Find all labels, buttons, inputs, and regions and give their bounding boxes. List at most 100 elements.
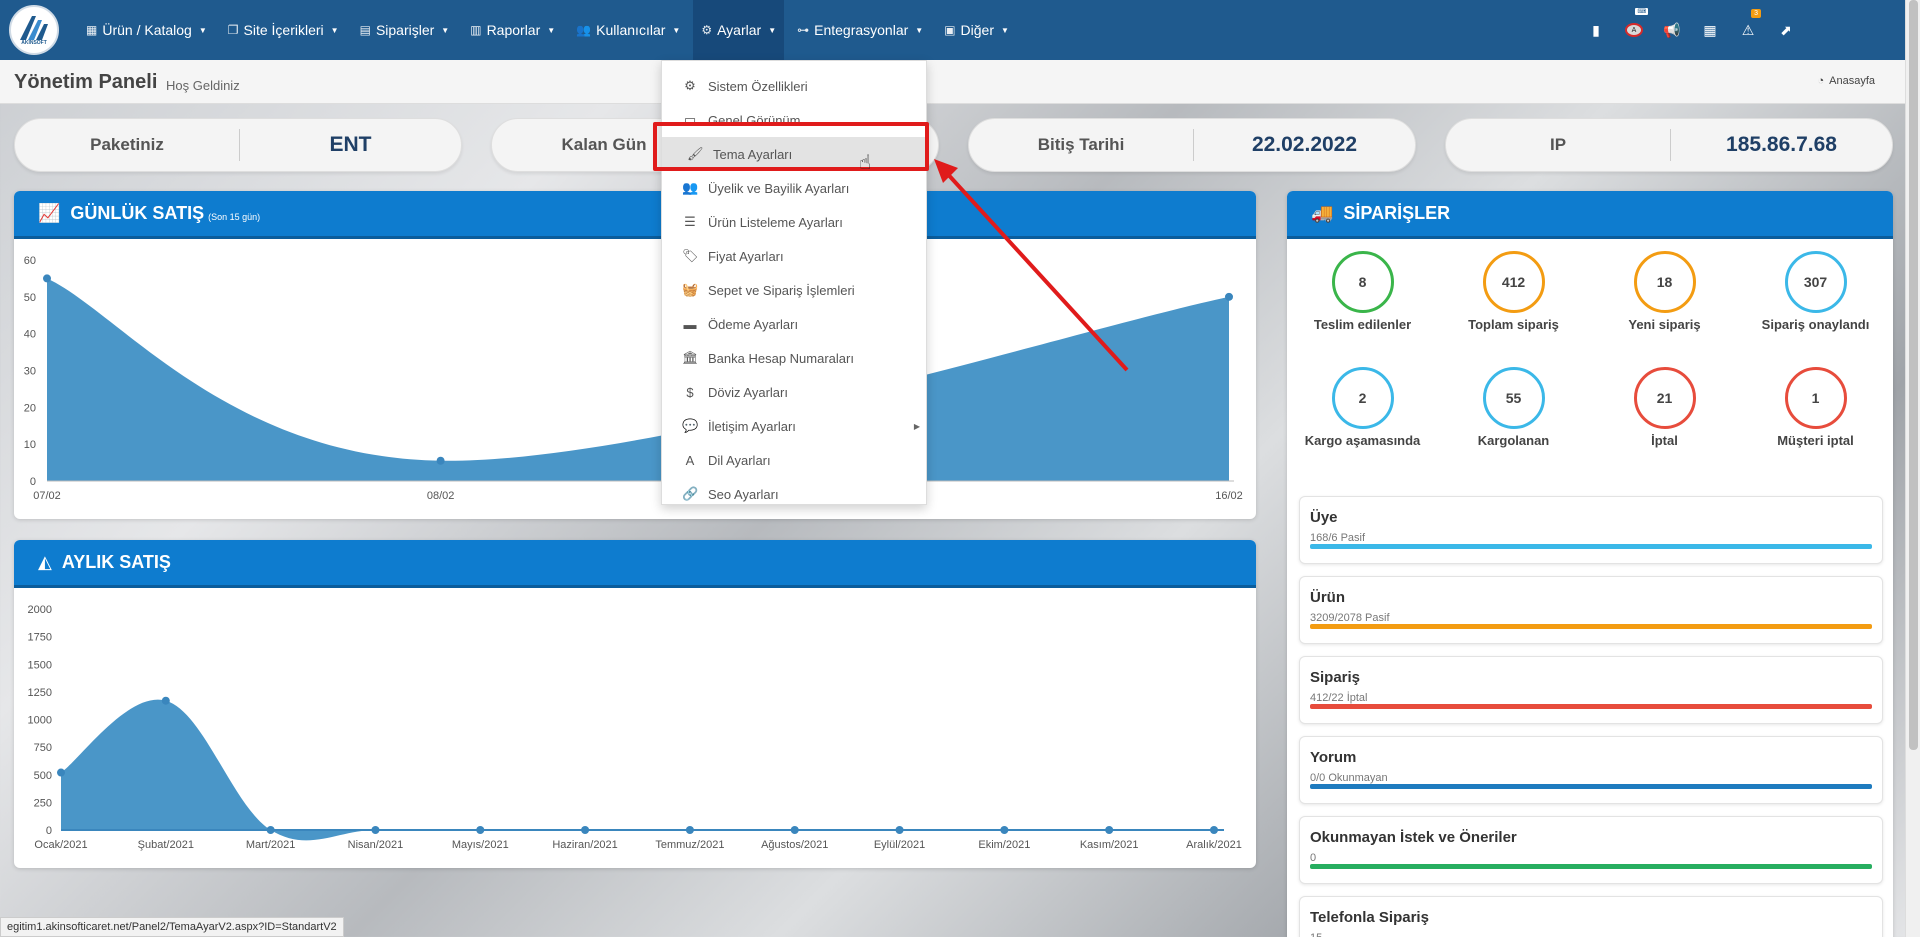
nav-item-settings[interactable]: ⚙ Ayarlar ▼ (693, 0, 785, 60)
reports-icon: ▥ (470, 23, 482, 37)
y-tick-label: 0 (30, 476, 36, 488)
nav-item-integrations[interactable]: ⊶ Entegrasyonlar ▼ (795, 0, 925, 60)
y-tick-label: 20 (24, 402, 36, 414)
summary-card[interactable]: Üye 168/6 Pasif (1299, 496, 1883, 564)
menu-item-link[interactable]: 🔗 Seo Ayarları (662, 477, 926, 511)
users-icon: 👥 (682, 180, 699, 195)
menu-item-gears[interactable]: ⚙ Sistem Özellikleri (662, 69, 926, 103)
order-status-item[interactable]: 8 Teslim edilenler (1287, 251, 1438, 332)
order-status-label: İptal (1651, 433, 1678, 448)
paintbrush-icon: 🖌 (687, 146, 704, 161)
x-tick-label: Temmuz/2021 (655, 839, 724, 851)
daily-sales-title: GÜNLÜK SATIŞ (70, 203, 205, 223)
order-status-label: Yeni sipariş (1628, 317, 1701, 332)
nav-item-orders[interactable]: ▤ Siparişler ▼ (358, 0, 452, 60)
catalog-icon: ▦ (86, 23, 98, 37)
summary-card-subtitle: 168/6 Pasif (1310, 532, 1366, 544)
page-scrollbar[interactable] (1905, 0, 1920, 937)
order-status-item[interactable]: 18 Yeni sipariş (1589, 251, 1740, 332)
summary-card[interactable]: Sipariş 412/22 İptal (1299, 656, 1883, 724)
orders-icon: ▤ (359, 23, 371, 37)
summary-card-subtitle: 0/0 Okunmayan (1310, 772, 1388, 784)
page-subtitle: Hoş Geldiniz (166, 78, 240, 93)
list-icon: ☰ (684, 214, 696, 229)
x-tick-label: 07/02 (33, 490, 61, 502)
book-icon[interactable]: ▮ (1587, 21, 1605, 39)
menu-item-label: Ödeme Ayarları (708, 316, 799, 332)
data-point (790, 826, 799, 834)
megaphone-icon[interactable]: 📢 (1663, 21, 1681, 39)
order-status-item[interactable]: 307 Sipariş onaylandı (1740, 251, 1891, 332)
warning-icon[interactable]: ⚠ 3 (1739, 9, 1761, 39)
data-point (43, 274, 51, 283)
dollar-icon: $ (686, 384, 694, 400)
y-tick-label: 250 (34, 797, 52, 809)
pill-value: 22.02.2022 (1251, 133, 1358, 156)
nav-item-users[interactable]: 👥 Kullanıcılar ▼ (574, 0, 682, 60)
summary-card-title: Üye (1310, 509, 1338, 526)
brand-logo[interactable]: AKINSOFT (9, 5, 59, 55)
settings-dropdown-menu: ⚙ Sistem Özellikleri ▭ Genel Görünüm 🖌 Tema A… (661, 60, 927, 505)
summary-card-bar (1310, 864, 1872, 869)
language-flag-icon[interactable]: A ⌨ (1625, 7, 1649, 39)
nav-item-reports[interactable]: ▥ Raporlar ▼ (468, 0, 557, 60)
order-status-item[interactable]: 55 Kargolanan (1438, 367, 1589, 448)
summary-card[interactable]: Ürün 3209/2078 Pasif (1299, 576, 1883, 644)
summary-card-bar (1310, 544, 1872, 549)
menu-item-dollar[interactable]: $ Döviz Ayarları (662, 375, 926, 409)
menu-item-users[interactable]: 👥 Üyelik ve Bayilik Ayarları (662, 171, 926, 205)
menu-item-label: Sistem Özellikleri (708, 78, 808, 94)
menu-item-label: Tema Ayarları (713, 146, 793, 162)
external-link-icon[interactable]: ⬈ (1777, 21, 1795, 39)
order-status-label: Toplam sipariş (1468, 317, 1559, 332)
data-point (161, 696, 170, 705)
caret-down-icon: ▼ (1001, 25, 1009, 35)
menu-item-comments[interactable]: 💬 İletişim Ayarları ▶ (662, 409, 926, 443)
x-tick-label: Mart/2021 (246, 839, 296, 851)
y-tick-label: 50 (24, 292, 36, 304)
menu-item-language[interactable]: A Dil Ayarları (662, 443, 926, 477)
order-status-item[interactable]: 412 Toplam sipariş (1438, 251, 1589, 332)
x-tick-label: Şubat/2021 (138, 839, 194, 851)
menu-item-bank[interactable]: 🏛 Banka Hesap Numaraları (662, 341, 926, 375)
data-point (1210, 826, 1218, 834)
menu-item-label: Genel Görünüm (708, 112, 801, 128)
data-point (1000, 826, 1009, 834)
menu-item-paintbrush[interactable]: 🖌 Tema Ayarları (662, 137, 926, 171)
menu-item-credit-card[interactable]: ▬ Ödeme Ayarları (662, 307, 926, 341)
daily-sales-header: 📈 GÜNLÜK SATIŞ (Son 15 gün) (14, 191, 1256, 239)
menu-item-tags[interactable]: 🏷 Fiyat Ayarları (662, 239, 926, 273)
monthly-sales-title: AYLIK SATIŞ (61, 552, 171, 572)
nav-item-label: Diğer (960, 22, 995, 38)
home-link[interactable]: ◔ Anasayfa (1817, 75, 1875, 87)
line-chart-icon: 📈 (38, 203, 61, 223)
menu-item-list[interactable]: ☰ Ürün Listeleme Ayarları (662, 205, 926, 239)
order-status-count: 55 (1482, 367, 1545, 429)
nav-item-content[interactable]: ❐ Site İçerikleri ▼ (226, 0, 341, 60)
x-tick-label: 16/02 (1215, 490, 1243, 502)
nav-item-other[interactable]: ▣ Diğer ▼ (942, 0, 1011, 60)
summary-card[interactable]: Yorum 0/0 Okunmayan (1299, 736, 1883, 804)
y-tick-label: 1000 (28, 715, 52, 727)
summary-card[interactable]: Okunmayan İstek ve Öneriler 0 (1299, 816, 1883, 884)
nav-item-label: Ayarlar (717, 22, 762, 38)
summary-card[interactable]: Telefonla Sipariş 15 (1299, 896, 1883, 937)
order-status-label: Müşteri iptal (1777, 433, 1854, 448)
bank-icon: 🏛 (682, 350, 699, 365)
scrollbar-thumb[interactable] (1909, 0, 1918, 750)
menu-item-label: Banka Hesap Numaraları (708, 350, 854, 366)
summary-card-title: Sipariş (1310, 669, 1361, 686)
data-point (436, 456, 445, 465)
menu-item-monitor[interactable]: ▭ Genel Görünüm (662, 103, 926, 137)
menu-item-label: Döviz Ayarları (708, 384, 788, 400)
windows-icon[interactable]: ▦ (1701, 21, 1719, 39)
order-status-item[interactable]: 21 İptal (1589, 367, 1740, 448)
nav-item-catalog[interactable]: ▦ Ürün / Katalog ▼ (84, 0, 209, 60)
data-point (581, 826, 590, 834)
menu-item-basket[interactable]: 🧺 Sepet ve Sipariş İşlemleri (662, 273, 926, 307)
menu-item-label: Ürün Listeleme Ayarları (708, 214, 843, 230)
order-status-item[interactable]: 2 Kargo aşamasında (1287, 367, 1438, 448)
x-tick-label: Eylül/2021 (874, 839, 925, 851)
order-status-item[interactable]: 1 Müşteri iptal (1740, 367, 1891, 448)
nav-item-label: Raporlar (486, 22, 541, 38)
